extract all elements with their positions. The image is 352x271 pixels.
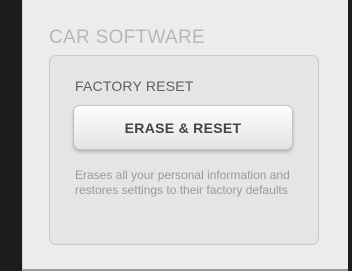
factory-reset-card: FACTORY RESET ERASE & RESET Erases all y… [49, 55, 319, 245]
erase-reset-button[interactable]: ERASE & RESET [73, 105, 293, 150]
screen: CAR SOFTWARE FACTORY RESET ERASE & RESET… [0, 0, 352, 271]
factory-reset-title: FACTORY RESET [75, 78, 194, 94]
settings-panel: CAR SOFTWARE FACTORY RESET ERASE & RESET… [22, 0, 348, 271]
factory-reset-description: Erases all your personal information and… [75, 168, 290, 197]
section-title: CAR SOFTWARE [49, 27, 205, 48]
